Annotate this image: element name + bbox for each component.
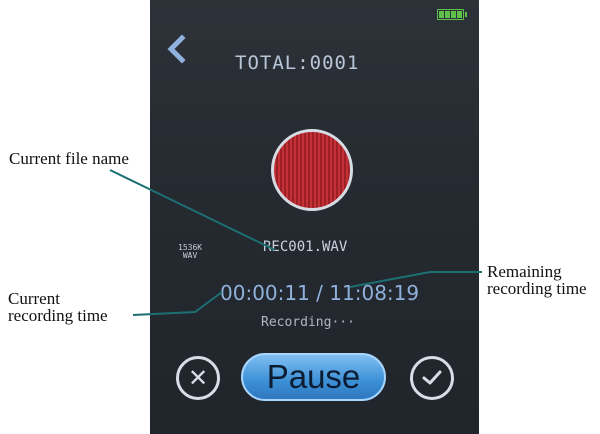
annotation-current-time-line2: recording time bbox=[8, 306, 108, 325]
annotation-current-time: Current recording time bbox=[8, 290, 108, 324]
file-name-leader bbox=[109, 169, 276, 251]
remaining-time-leader bbox=[349, 271, 482, 288]
annotation-file-name: Current file name bbox=[9, 149, 129, 168]
annotation-remaining-time-line2: recording time bbox=[487, 279, 587, 298]
current-time-leader bbox=[132, 291, 223, 316]
annotation-lines bbox=[109, 169, 482, 316]
annotation-remaining-time-line1: Remaining bbox=[487, 262, 562, 281]
annotation-current-time-line1: Current bbox=[8, 289, 60, 308]
annotation-remaining-time: Remaining recording time bbox=[487, 263, 587, 297]
